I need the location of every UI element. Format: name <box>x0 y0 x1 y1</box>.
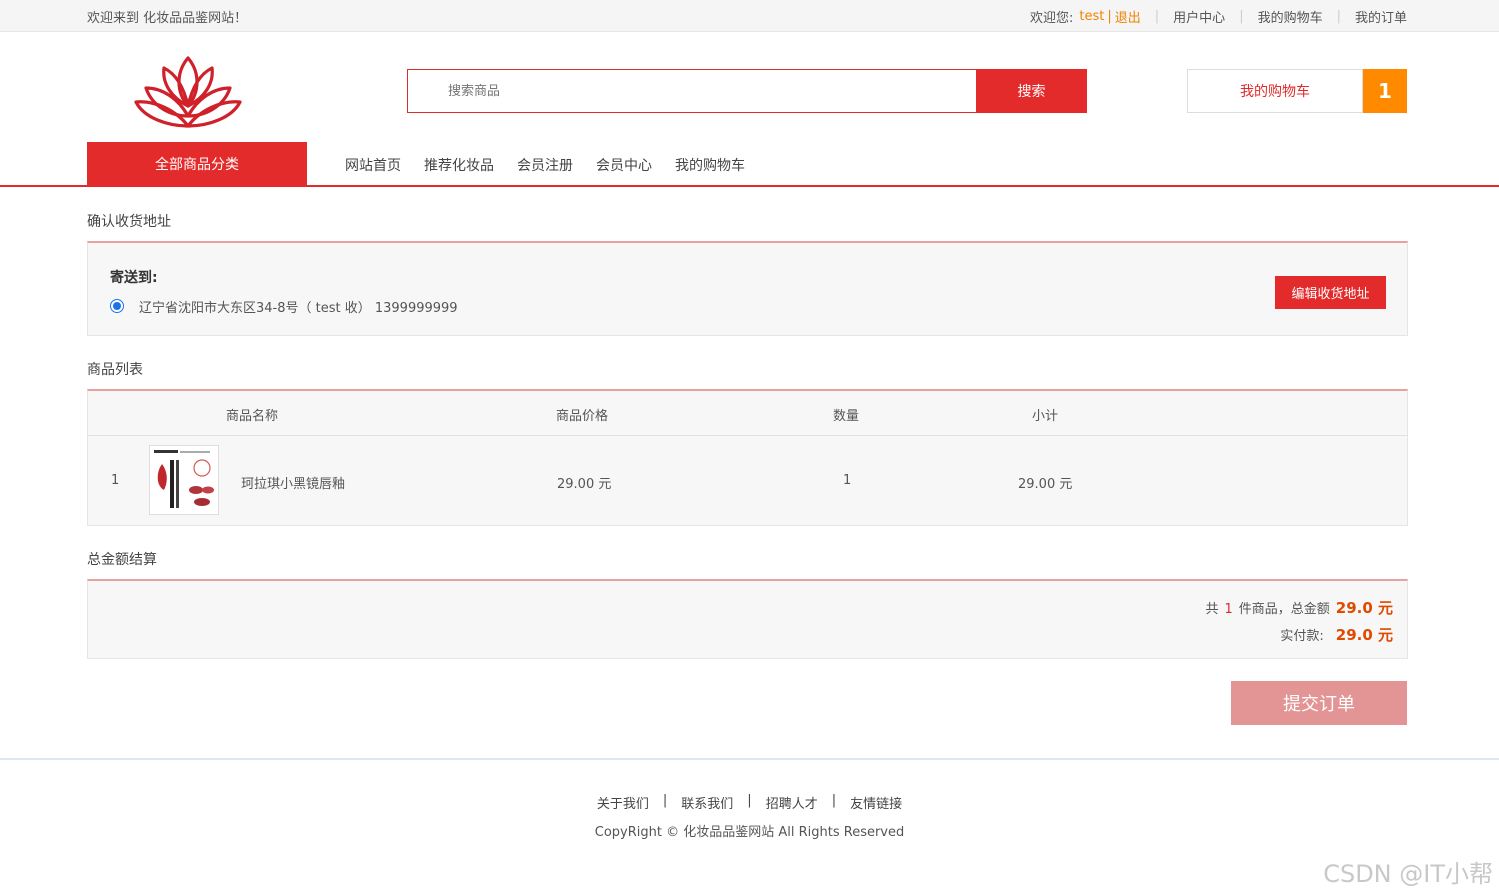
cart-button[interactable]: 我的购物车 <box>1187 69 1363 113</box>
divider: | <box>747 793 752 808</box>
nav-home[interactable]: 网站首页 <box>345 155 401 175</box>
paid-summary: 实付款: 29.0 元 <box>1280 624 1393 645</box>
product-price: 29.00 元 <box>557 477 612 492</box>
nav-my-cart[interactable]: 我的购物车 <box>675 155 745 175</box>
nav-register[interactable]: 会员注册 <box>517 155 573 175</box>
nav-recommended[interactable]: 推荐化妆品 <box>424 155 494 175</box>
divider: | <box>1336 9 1341 24</box>
address-section-title: 确认收货地址 <box>87 214 171 230</box>
search-box <box>407 69 977 113</box>
divider: | <box>1154 9 1160 24</box>
paid-amount: 29.0 元 <box>1335 626 1393 644</box>
item-count: 1 <box>1224 602 1233 617</box>
top-bar: 欢迎来到 化妆品品鉴网站！ 欢迎您: test | 退出 | 用户中心 | 我的… <box>0 0 1499 32</box>
address-text: 辽宁省沈阳市大东区34-8号（ test 收） 1399999999 <box>139 301 458 316</box>
greeting-text: 欢迎您: <box>1030 11 1074 26</box>
lotus-logo-icon[interactable] <box>132 54 244 130</box>
footer-contact-link[interactable]: 联系我们 <box>681 793 733 812</box>
divider: | <box>1239 9 1244 24</box>
address-radio[interactable] <box>110 299 124 313</box>
footer-divider <box>0 758 1499 760</box>
welcome-text: 欢迎来到 化妆品品鉴网站！ <box>87 11 248 26</box>
user-center-link[interactable]: 用户中心 <box>1173 7 1225 26</box>
edit-address-button[interactable]: 编辑收货地址 <box>1275 276 1386 309</box>
product-name[interactable]: 珂拉琪小黑镜唇釉 <box>241 473 345 492</box>
divider: | <box>831 793 837 808</box>
table-header: 商品名称 商品价格 数量 小计 <box>88 391 1407 436</box>
search-button[interactable]: 搜索 <box>976 69 1087 113</box>
nav-divider <box>0 185 1499 187</box>
footer-about-link[interactable]: 关于我们 <box>597 793 649 812</box>
address-panel: 寄送到: 辽宁省沈阳市大东区34-8号（ test 收） 1399999999 … <box>87 241 1408 336</box>
column-header-price: 商品价格 <box>556 409 609 424</box>
row-index: 1 <box>111 473 120 488</box>
search-input[interactable] <box>408 70 977 112</box>
my-cart-link[interactable]: 我的购物车 <box>1258 7 1323 26</box>
logout-link[interactable]: 退出 <box>1115 7 1141 26</box>
ship-to-label: 寄送到: <box>110 270 158 286</box>
cart-count-badge[interactable]: 1 <box>1363 69 1407 113</box>
divider: | <box>662 793 668 808</box>
paid-label: 实付款: <box>1280 629 1324 644</box>
nav-member-center[interactable]: 会员中心 <box>596 155 652 175</box>
lip-gloss-product-image[interactable] <box>149 445 219 515</box>
main-nav: 网站首页 推荐化妆品 会员注册 会员中心 我的购物车 <box>345 155 768 175</box>
footer-jobs-link[interactable]: 招聘人才 <box>766 793 818 812</box>
column-header-name: 商品名称 <box>226 409 279 424</box>
column-header-qty: 数量 <box>833 409 860 424</box>
copyright-text: CopyRight © 化妆品品鉴网站 All Rights Reserved <box>594 825 905 840</box>
goods-section-title: 商品列表 <box>87 362 143 378</box>
watermark: CSDN @IT小帮 <box>1323 860 1493 888</box>
cart-label: 我的购物车 <box>1240 84 1310 100</box>
product-qty: 1 <box>843 473 852 488</box>
count-prefix: 共 <box>1205 602 1219 617</box>
goods-table: 商品名称 商品价格 数量 小计 1 珂拉琪小黑镜唇釉 29.00 元 1 29.… <box>87 389 1408 526</box>
column-header-subtotal: 小计 <box>1032 409 1059 424</box>
count-suffix: 件商品，总金额 <box>1238 602 1330 617</box>
divider: | <box>1107 9 1112 24</box>
total-section-title: 总金额结算 <box>87 552 157 568</box>
product-subtotal: 29.00 元 <box>1018 477 1073 492</box>
total-summary: 共 1 件商品，总金额 29.0 元 <box>1205 597 1393 618</box>
top-links: 欢迎您: test | 退出 | 用户中心 | 我的购物车 | 我的订单 <box>1030 7 1407 26</box>
footer-friend-links[interactable]: 友情链接 <box>850 793 902 812</box>
total-amount: 29.0 元 <box>1335 599 1393 617</box>
total-panel: 共 1 件商品，总金额 29.0 元 实付款: 29.0 元 <box>87 579 1408 659</box>
all-categories-button[interactable]: 全部商品分类 <box>87 142 307 186</box>
username-link[interactable]: test <box>1079 9 1104 24</box>
submit-order-button[interactable]: 提交订单 <box>1231 681 1407 725</box>
my-orders-link[interactable]: 我的订单 <box>1355 7 1407 26</box>
footer-links: 关于我们 | 联系我们 | 招聘人才 | 友情链接 <box>0 793 1499 812</box>
